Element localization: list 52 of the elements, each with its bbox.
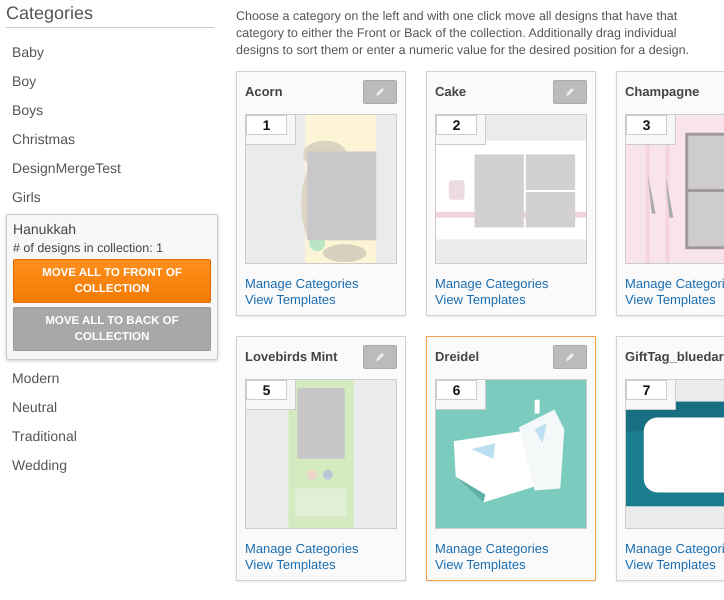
design-title: Dreidel: [435, 348, 480, 364]
category-item[interactable]: Boys: [6, 96, 214, 125]
position-field[interactable]: 7: [626, 380, 667, 400]
pencil-icon: [375, 87, 385, 97]
design-title: Lovebirds Mint: [245, 348, 338, 364]
card-link[interactable]: View Templates: [625, 292, 716, 308]
card-link[interactable]: Manage Categories: [435, 541, 548, 557]
card-link[interactable]: Manage Categori: [625, 541, 724, 557]
card-link[interactable]: View Templates: [435, 292, 526, 308]
card-link[interactable]: View Templates: [625, 557, 716, 573]
design-card[interactable]: Lovebirds Mint 5 Manage Categories View Templates: [236, 336, 406, 581]
edit-button[interactable]: [553, 345, 587, 369]
instructions-text: Choose a category on the left and with one click move all designs that have that category to either the Front or Back of the collection. Additionally drag individual designs to sort them or enter a numeric value for the desired position for a design.: [236, 8, 690, 59]
design-title: Champagne: [625, 83, 700, 99]
category-item[interactable]: Christmas: [6, 125, 214, 154]
design-card[interactable]: Cake 2 Manage Categories View Templates: [426, 71, 596, 316]
card-link[interactable]: Manage Categories: [245, 276, 358, 292]
pencil-icon: [565, 352, 575, 362]
design-title: GiftTag_bluedar: [625, 348, 724, 364]
position-field[interactable]: 5: [246, 380, 287, 400]
edit-button[interactable]: [363, 80, 397, 104]
card-link[interactable]: Manage Categori: [625, 276, 724, 292]
edit-button[interactable]: [363, 345, 397, 369]
pencil-icon: [565, 87, 575, 97]
category-item[interactable]: Girls: [6, 183, 214, 212]
category-item[interactable]: Wedding: [6, 451, 214, 480]
category-item[interactable]: Neutral: [6, 393, 214, 422]
design-card[interactable]: Dreidel 6 Manage Categories View Templates: [426, 336, 596, 581]
position-field[interactable]: 2: [436, 115, 477, 135]
category-item[interactable]: Traditional: [6, 422, 214, 451]
card-link[interactable]: View Templates: [245, 292, 336, 308]
design-card[interactable]: GiftTag_bluedar 7 Manage Categori View Templates: [616, 336, 724, 581]
position-field[interactable]: 1: [246, 115, 287, 135]
design-title: Cake: [435, 83, 466, 99]
design-count: # of designs in collection: 1: [13, 241, 164, 255]
card-link[interactable]: Manage Categories: [245, 541, 358, 557]
edit-button[interactable]: [553, 80, 587, 104]
pencil-icon: [375, 352, 385, 362]
card-link[interactable]: Manage Categories: [435, 276, 548, 292]
category-item[interactable]: DesignMergeTest: [6, 154, 214, 183]
position-field[interactable]: 6: [436, 380, 477, 400]
popup-title: Hanukkah: [13, 221, 78, 237]
category-item[interactable]: Modern: [6, 364, 214, 393]
category-item[interactable]: Boy: [6, 67, 214, 96]
design-title: Acorn: [245, 83, 283, 99]
sidebar-title: Categories: [6, 0, 214, 28]
position-field[interactable]: 3: [626, 115, 667, 135]
design-card[interactable]: Acorn 1 Manage Categories View Templates: [236, 71, 406, 316]
category-item[interactable]: Baby: [6, 38, 214, 67]
card-link[interactable]: View Templates: [435, 557, 526, 573]
design-card[interactable]: Champagne 3 Manage Categori View Templates: [616, 71, 724, 316]
card-link[interactable]: View Templates: [245, 557, 336, 573]
